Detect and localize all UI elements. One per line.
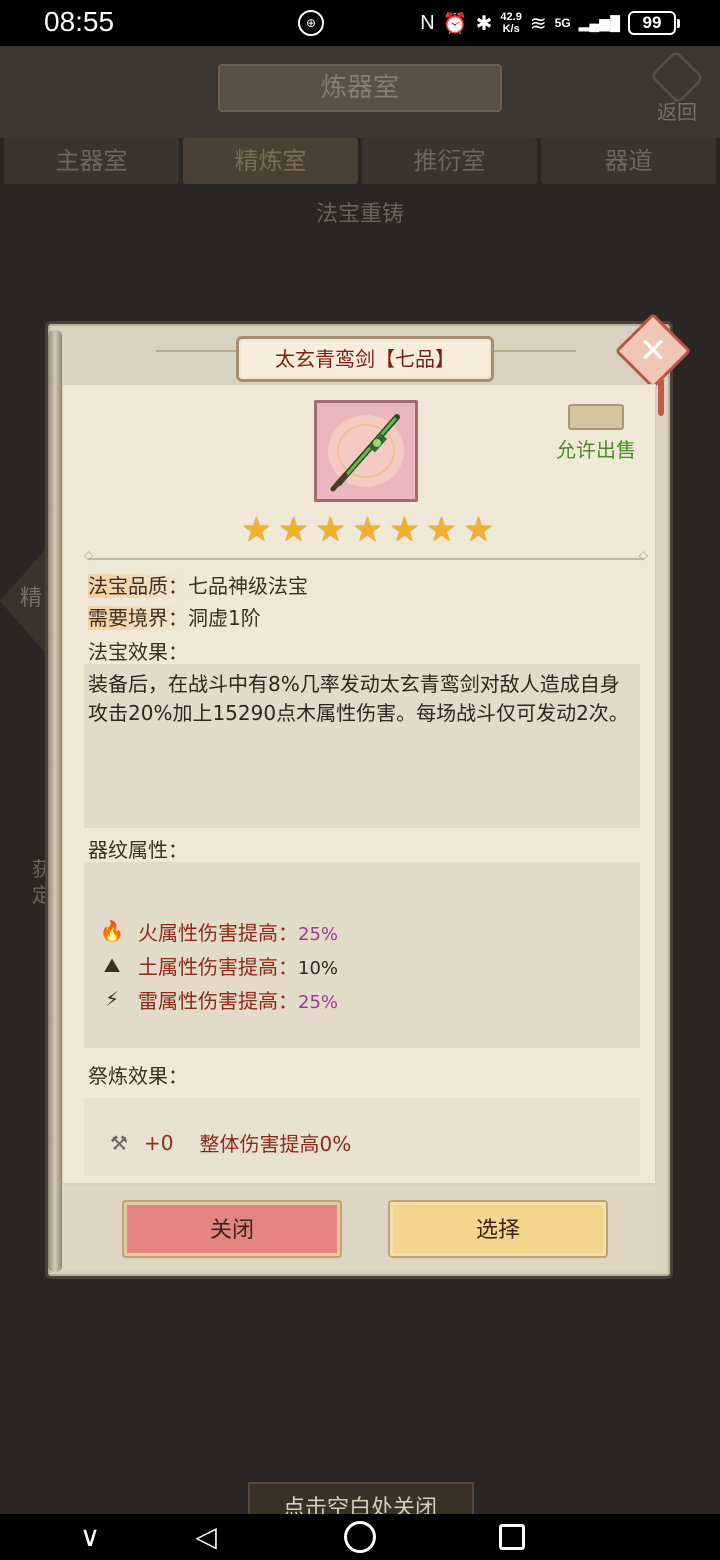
- sale-permission-badge: 允许出售: [546, 404, 646, 463]
- star-icon: ★: [426, 510, 457, 550]
- attribute-value: 25%: [298, 923, 339, 945]
- network-speed-value: 42.9: [500, 11, 522, 23]
- scroll-rod-decoration: [48, 330, 62, 1272]
- status-time: 08:55: [44, 6, 115, 37]
- bluetooth-icon: ✱: [475, 12, 493, 35]
- attribute-value: 10%: [298, 957, 339, 979]
- star-icon: ★: [463, 510, 494, 550]
- status-bar: 08:55 ⊕ N ⏰ ✱ 42.9 K/s ≋ 5G ▂▄▆█ 99: [0, 0, 720, 46]
- quality-value: 七品神级法宝: [188, 574, 308, 598]
- lightning-icon: ⚡: [104, 987, 120, 1011]
- select-button[interactable]: 选择: [390, 1202, 606, 1256]
- network-type: 5G: [554, 16, 571, 30]
- tab-refine[interactable]: 精炼室: [183, 138, 358, 184]
- signal-icon: ▂▄▆█: [578, 14, 620, 31]
- section-title: 法宝重铸: [315, 202, 404, 227]
- alarm-icon: ⏰: [442, 12, 468, 35]
- wifi-icon: ≋: [529, 12, 547, 35]
- star-icon: ★: [389, 510, 420, 550]
- star-icon: ★: [315, 510, 346, 550]
- divider: [84, 548, 648, 562]
- attribute-name: 雷属性伤害提高：: [138, 988, 298, 1013]
- effect-heading: 法宝效果：: [88, 640, 188, 664]
- tassel-decoration: [658, 378, 664, 416]
- pattern-heading: 器纹属性：: [88, 838, 188, 862]
- realm-label: 需要境界：: [88, 606, 188, 630]
- sacrifice-level: +0: [144, 1130, 174, 1155]
- battery-icon: 99: [628, 11, 680, 35]
- chevron-down-icon[interactable]: ∨: [70, 1520, 110, 1554]
- attribute-value: 25%: [298, 991, 339, 1013]
- side-arrow-label: 精: [20, 586, 43, 611]
- attribute-name: 火属性伤害提高：: [138, 920, 298, 945]
- attribute-row-thunder: ⚡ 雷属性伤害提高：25%: [98, 984, 338, 1014]
- effect-description: 装备后，在战斗中有8%几率发动太玄青鸾剑对敌人造成自身攻击20%加上15290点…: [84, 664, 640, 828]
- tab-bar: 主器室 精炼室 推衍室 器道: [0, 138, 720, 184]
- attribute-name: 土属性伤害提高：: [138, 954, 298, 979]
- fire-icon: 🔥: [99, 919, 125, 943]
- star-icon: ★: [278, 510, 309, 550]
- star-rating: ★ ★ ★ ★ ★ ★ ★: [240, 510, 496, 550]
- sacrifice-heading: 祭炼效果：: [88, 1064, 188, 1088]
- quality-row: 法宝品质：七品神级法宝: [88, 570, 308, 599]
- item-detail-dialog: 太玄青鸾剑【七品】 ✕ 允许出售 ★★★★★★★ 法宝品质：七品神级法宝 需要境…: [48, 312, 692, 1276]
- treasure-box-icon: [568, 404, 624, 430]
- network-speed-unit: K/s: [502, 23, 520, 35]
- mountain-icon: ⛰: [103, 953, 121, 977]
- attribute-row-earth: ⛰ 土属性伤害提高：10%: [98, 950, 338, 980]
- background-header: 炼器室 返回: [0, 46, 720, 138]
- side-arrow-left[interactable]: 精: [0, 546, 48, 656]
- realm-row: 需要境界：洞虚1阶: [88, 602, 261, 631]
- navigation-bar: ∨ ◁: [0, 1514, 720, 1560]
- pattern-attributes: 🔥 火属性伤害提高：25% ⛰ 土属性伤害提高：10% ⚡ 雷属性伤害提高：25…: [84, 862, 640, 1048]
- attribute-row-fire: 🔥 火属性伤害提高：25%: [98, 916, 338, 946]
- sacrifice-effects: ⚒ +0 整体伤害提高0%: [84, 1098, 640, 1176]
- network-speed: 42.9 K/s: [500, 11, 521, 35]
- sacrifice-row: ⚒ +0 整体伤害提高0%: [106, 1128, 351, 1157]
- tab-derive[interactable]: 推衍室: [362, 138, 537, 184]
- nfc-icon: N: [420, 11, 435, 34]
- page-title: 炼器室: [218, 64, 502, 112]
- recent-apps-icon[interactable]: [492, 1520, 532, 1554]
- close-icon: ✕: [638, 331, 668, 371]
- dialog-footer: 关闭 选择: [62, 1186, 656, 1270]
- sword-item-icon: [314, 400, 418, 502]
- status-indicators: N ⏰ ✱ 42.9 K/s ≋ 5G ▂▄▆█ 99: [420, 8, 680, 38]
- quality-label: 法宝品质：: [88, 574, 188, 598]
- nav-back-icon[interactable]: ◁: [186, 1520, 226, 1554]
- sale-permission-label: 允许出售: [556, 438, 636, 462]
- tab-main-forge[interactable]: 主器室: [4, 138, 179, 184]
- hammer-icon: ⚒: [110, 1130, 128, 1155]
- realm-value: 洞虚1阶: [188, 606, 261, 630]
- home-icon[interactable]: [340, 1520, 380, 1554]
- item-title: 太玄青鸾剑【七品】: [236, 336, 494, 382]
- star-icon: ★: [352, 510, 383, 550]
- tab-artifact-way[interactable]: 器道: [541, 138, 716, 184]
- star-icon: ★: [241, 510, 272, 550]
- sacrifice-effect: 整体伤害提高0%: [199, 1132, 352, 1156]
- close-button[interactable]: 关闭: [124, 1202, 340, 1256]
- back-button[interactable]: 返回: [646, 49, 708, 128]
- app-notification-icon: ⊕: [298, 10, 324, 36]
